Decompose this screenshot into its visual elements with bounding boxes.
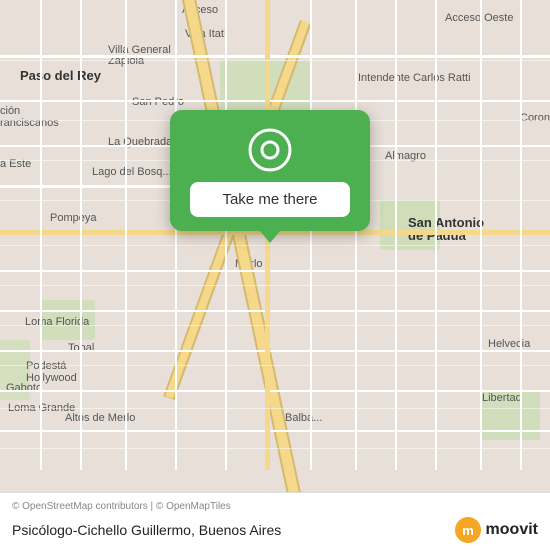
map-background: Paso del Rey Villa Itatí Villa General Z… <box>0 0 550 550</box>
svg-text:m: m <box>462 523 474 538</box>
map-label-intendente: Intendente Carlos Ratti <box>358 72 471 84</box>
map-attribution: © OpenStreetMap contributors | © OpenMap… <box>12 501 538 512</box>
map-label-coronel: Coron... <box>520 112 550 124</box>
bottom-info-bar: © OpenStreetMap contributors | © OpenMap… <box>0 492 550 550</box>
moovit-text: moovit <box>486 521 538 539</box>
location-pin-icon <box>248 128 292 172</box>
moovit-icon: m <box>454 516 482 544</box>
location-popup: Take me there <box>170 110 370 231</box>
place-name: Psicólogo-Cichello Guillermo, Buenos Air… <box>12 522 281 538</box>
map-label-pompeya: Pompeya <box>50 212 96 224</box>
map-label-cion: ción <box>0 105 20 117</box>
map-label-balba: Balba... <box>285 412 322 424</box>
take-me-there-button[interactable]: Take me there <box>190 182 350 217</box>
map-label-paso-del-rey: Paso del Rey <box>20 68 101 83</box>
map-label-hollywood: Hollywood <box>26 372 77 384</box>
map-label-helvecia: Helvecia <box>488 338 530 350</box>
map-label-lago-del-bosq: Lago del Bosq... <box>92 166 172 178</box>
moovit-logo: m moovit <box>454 516 538 544</box>
map-label-podesta: Podestá <box>26 360 66 372</box>
map-label-franciscanos: ranciscanos <box>0 117 59 129</box>
map-container: Paso del Rey Villa Itatí Villa General Z… <box>0 0 550 550</box>
bottom-content: Psicólogo-Cichello Guillermo, Buenos Air… <box>12 516 538 544</box>
